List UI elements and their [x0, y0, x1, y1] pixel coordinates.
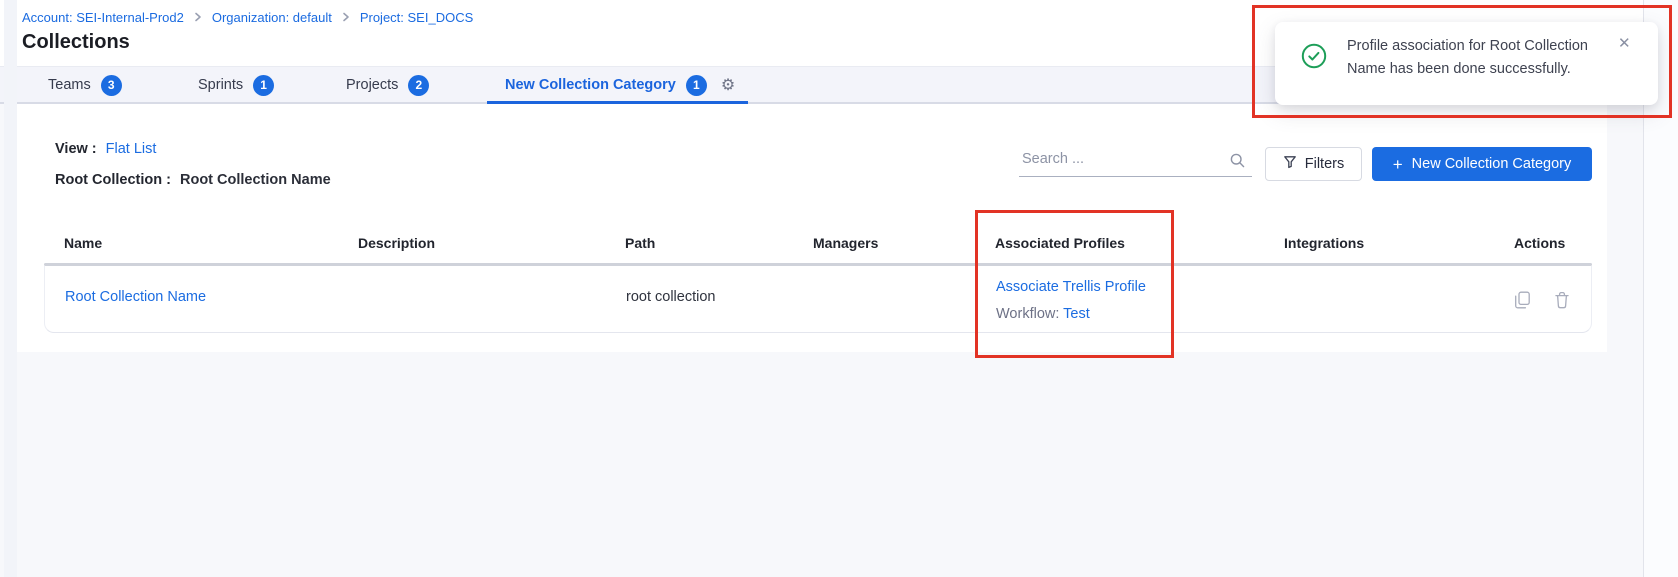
column-header-integrations: Integrations [1284, 235, 1364, 251]
close-icon[interactable]: ✕ [1618, 36, 1631, 51]
tab-label: Projects [346, 77, 398, 93]
new-collection-category-label: New Collection Category [1412, 156, 1572, 172]
column-header-path: Path [625, 235, 655, 251]
collection-name-link[interactable]: Root Collection Name [65, 289, 206, 305]
associated-profiles-cell: Associate Trellis Profile Workflow: Test [996, 274, 1146, 328]
active-tab-underline [487, 101, 748, 104]
path-cell: root collection [626, 289, 715, 305]
tab-new-collection-category[interactable]: New Collection Category 1 ⚙ [505, 66, 735, 104]
column-header-name: Name [64, 235, 102, 251]
table-row: Root Collection Name root collection Ass… [44, 266, 1592, 333]
associate-trellis-profile-link[interactable]: Associate Trellis Profile [996, 274, 1146, 301]
new-collection-category-button[interactable]: + New Collection Category [1372, 147, 1592, 181]
filter-funnel-icon [1283, 155, 1297, 173]
breadcrumb-account-link[interactable]: Account: SEI-Internal-Prod2 [22, 10, 184, 25]
view-row: View : Flat List [55, 141, 156, 157]
left-gutter [4, 0, 17, 577]
column-header-associated-profiles: Associated Profiles [995, 235, 1125, 251]
success-toast: Profile association for Root Collection … [1275, 22, 1658, 105]
copy-icon[interactable] [1514, 291, 1531, 314]
page-title: Collections [22, 31, 130, 54]
breadcrumb-organization-link[interactable]: Organization: default [212, 10, 332, 25]
tab-count-badge: 3 [101, 75, 122, 96]
plus-icon: + [1393, 156, 1403, 173]
filters-label: Filters [1305, 156, 1344, 172]
column-header-managers: Managers [813, 235, 878, 251]
breadcrumb: Account: SEI-Internal-Prod2 Organization… [22, 9, 473, 25]
column-header-actions: Actions [1514, 235, 1565, 251]
root-collection-value: Root Collection Name [180, 172, 331, 188]
workflow-label: Workflow: [996, 306, 1059, 322]
tab-count-badge: 2 [408, 75, 429, 96]
view-label: View : [55, 141, 97, 157]
search-box [1019, 147, 1252, 179]
search-icon [1229, 152, 1246, 174]
table-header-row: Name Description Path Managers Associate… [44, 226, 1592, 263]
root-collection-row: Root Collection : Root Collection Name [55, 172, 331, 188]
success-check-icon [1301, 43, 1327, 74]
tab-label: Sprints [198, 77, 243, 93]
chevron-right-icon [193, 12, 203, 22]
chevron-right-icon [341, 12, 351, 22]
trash-icon[interactable] [1554, 291, 1570, 314]
tab-count-badge: 1 [686, 75, 707, 96]
tab-count-badge: 1 [253, 75, 274, 96]
tab-label: Teams [48, 77, 91, 93]
search-input[interactable] [1019, 147, 1252, 177]
toast-message: Profile association for Root Collection … [1347, 35, 1615, 81]
gear-icon[interactable]: ⚙ [721, 75, 735, 95]
tab-teams[interactable]: Teams 3 [48, 66, 122, 104]
tab-label: New Collection Category [505, 77, 676, 93]
filters-button[interactable]: Filters [1265, 147, 1362, 181]
tab-sprints[interactable]: Sprints 1 [198, 66, 274, 104]
tab-projects[interactable]: Projects 2 [346, 66, 429, 104]
workflow-test-link[interactable]: Test [1063, 306, 1090, 322]
breadcrumb-project-link[interactable]: Project: SEI_DOCS [360, 10, 473, 25]
column-header-description: Description [358, 235, 435, 251]
root-collection-label: Root Collection : [55, 172, 171, 188]
flat-list-link[interactable]: Flat List [106, 141, 157, 157]
